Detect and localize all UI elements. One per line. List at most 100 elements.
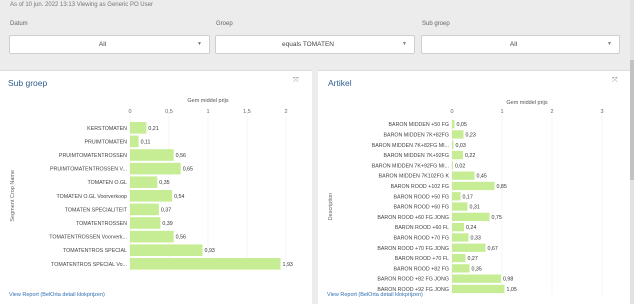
category-label: TOMATENTROS SPECIAL xyxy=(63,248,127,254)
bar xyxy=(130,230,174,243)
panel-sub-groep: Sub groep ⤧ Gem middel prijs 0 0,5 1 1,5 2 Seg… xyxy=(0,70,312,304)
category-label: BARON MIDDEN +50 FG xyxy=(389,122,450,128)
bar xyxy=(452,212,490,221)
data-label: 0,93 xyxy=(205,248,215,254)
data-label: 0,33 xyxy=(471,235,481,241)
data-label: 0,98 xyxy=(503,277,513,283)
category-label: BARON ROOD +82 FG xyxy=(394,266,449,272)
data-label: 1,93 xyxy=(283,262,293,268)
bar xyxy=(452,284,505,294)
category-label: BARON ROOD +82 FG JONG xyxy=(377,277,449,283)
x-axis-title: Gem middel prijs xyxy=(187,98,229,104)
x-tick-label: 1,5 xyxy=(243,109,251,115)
category-label: BARON MIDDEN 7K+82FG xyxy=(384,132,450,138)
category-label: BARON ROOD +70 FG JONG xyxy=(377,246,449,252)
x-tick-label: 2 xyxy=(550,109,553,115)
data-label: 0,05 xyxy=(457,122,467,128)
category-label: BARON ROOD +70 FG xyxy=(394,235,449,241)
as-of-text: As of 10 jun. 2022 13:13 Viewing as Gene… xyxy=(10,2,153,8)
scrollbar[interactable] xyxy=(630,0,634,304)
category-label: TOMATEN SPECIALITEIT xyxy=(65,207,128,213)
x-tick-label: 2 xyxy=(284,109,287,115)
bar xyxy=(452,130,464,139)
bar xyxy=(130,258,281,270)
filter-label-sub-groep: Sub groep xyxy=(422,21,450,27)
scrollbar-thumb[interactable] xyxy=(630,60,634,180)
bar xyxy=(452,253,466,263)
category-label: BARON ROOD +70 FL xyxy=(395,256,449,262)
x-tick-label: 1 xyxy=(500,109,503,115)
panel-artikel: Artikel ⤧ Gem middel prijs 0 1 2 3 Descriptio… xyxy=(318,70,630,304)
category-label: TOMATENTROSSEN xyxy=(76,221,127,227)
bar xyxy=(452,202,468,211)
category-label: BARON ROOD +60 FG xyxy=(394,205,449,211)
data-label: 0,24 xyxy=(466,225,476,231)
view-report-link[interactable]: View Report (BelOrta detail klokprijzen) xyxy=(327,292,423,298)
filter-select-groep[interactable]: equals TOMATEN ▼ xyxy=(215,35,415,54)
category-label: BARON MIDDEN 7K102FG K xyxy=(379,174,450,180)
category-label: TOMATENTROSSEN Voorverk... xyxy=(49,235,127,241)
filter-bar: As of 10 jun. 2022 13:13 Viewing as Gene… xyxy=(0,0,634,66)
data-label: 0,45 xyxy=(477,174,487,180)
category-label: BARON MIDDEN 7K+92FG MI... xyxy=(372,163,449,169)
data-label: 0,35 xyxy=(472,266,482,272)
chart-sub-groep: Gem middel prijs 0 0,5 1 1,5 2 Segment Crop Na… xyxy=(10,98,293,271)
data-label: 0,85 xyxy=(497,184,507,190)
bar xyxy=(452,161,453,170)
filter-value-sub-groep: All xyxy=(509,41,518,48)
bar xyxy=(452,243,486,252)
category-label: TOMATEN O.GL Voorverkoop xyxy=(56,194,127,200)
data-label: 0,39 xyxy=(162,221,172,227)
bar xyxy=(130,135,139,148)
filter-value-datum: All xyxy=(98,41,107,48)
data-label: 0,56 xyxy=(176,153,186,159)
data-label: 0,31 xyxy=(470,205,480,211)
bar xyxy=(452,192,461,201)
x-tick-label: 1 xyxy=(206,109,209,115)
y-axis-title: Segment Crop Name xyxy=(10,170,16,222)
data-label: 0,35 xyxy=(159,180,169,186)
bar xyxy=(452,181,495,191)
x-axis-title: Gem middel prijs xyxy=(506,100,548,106)
bar xyxy=(452,171,475,180)
bar xyxy=(452,140,454,149)
bar xyxy=(130,122,147,134)
filter-select-datum[interactable]: All ▼ xyxy=(9,35,210,54)
bar xyxy=(452,264,470,273)
category-label: BARON MIDDEN 7K+82FG MI... xyxy=(372,143,449,149)
data-label: 0,22 xyxy=(465,153,475,159)
filter-label-datum: Datum xyxy=(10,21,28,27)
chevron-down-icon: ▼ xyxy=(402,41,407,47)
bar xyxy=(130,244,203,256)
data-label: 0,11 xyxy=(141,139,151,145)
data-label: 0,75 xyxy=(492,215,502,221)
category-label: BARON ROOD +60 FL xyxy=(395,225,449,231)
bar xyxy=(452,150,463,160)
data-label: 0,56 xyxy=(176,235,186,241)
y-axis-title: Description xyxy=(328,193,334,221)
category-label: PRUIMTOMATENTROSSEN xyxy=(59,153,127,159)
bar xyxy=(452,233,469,242)
bar xyxy=(452,274,501,283)
x-tick-label: 0,5 xyxy=(165,109,173,115)
bar xyxy=(452,223,464,232)
view-report-link[interactable]: View Report (BelOrta detail klokprijzen) xyxy=(9,292,105,298)
chevron-down-icon: ▼ xyxy=(607,41,612,47)
filter-value-groep: equals TOMATEN xyxy=(281,41,335,48)
data-label: 0,54 xyxy=(174,194,184,200)
data-label: 0,37 xyxy=(161,207,171,213)
x-tick-label: 0 xyxy=(128,109,131,115)
category-label: BARON ROOD +50 FG xyxy=(394,194,449,200)
category-label: PRUIMTOMATENTROSSEN V... xyxy=(50,167,127,173)
bar xyxy=(130,162,181,175)
data-label: 0,27 xyxy=(468,256,478,262)
chevron-down-icon: ▼ xyxy=(197,41,202,47)
bar xyxy=(130,217,161,229)
data-label: 1,05 xyxy=(507,287,517,293)
category-label: KERSTOMATEN xyxy=(87,126,127,132)
filter-select-sub-groep[interactable]: All ▼ xyxy=(421,35,620,54)
data-label: 0,02 xyxy=(455,163,465,169)
category-label: BARON ROOD +60 FG JONG xyxy=(377,215,449,221)
x-tick-label: 3 xyxy=(600,109,603,115)
bar xyxy=(130,190,173,202)
